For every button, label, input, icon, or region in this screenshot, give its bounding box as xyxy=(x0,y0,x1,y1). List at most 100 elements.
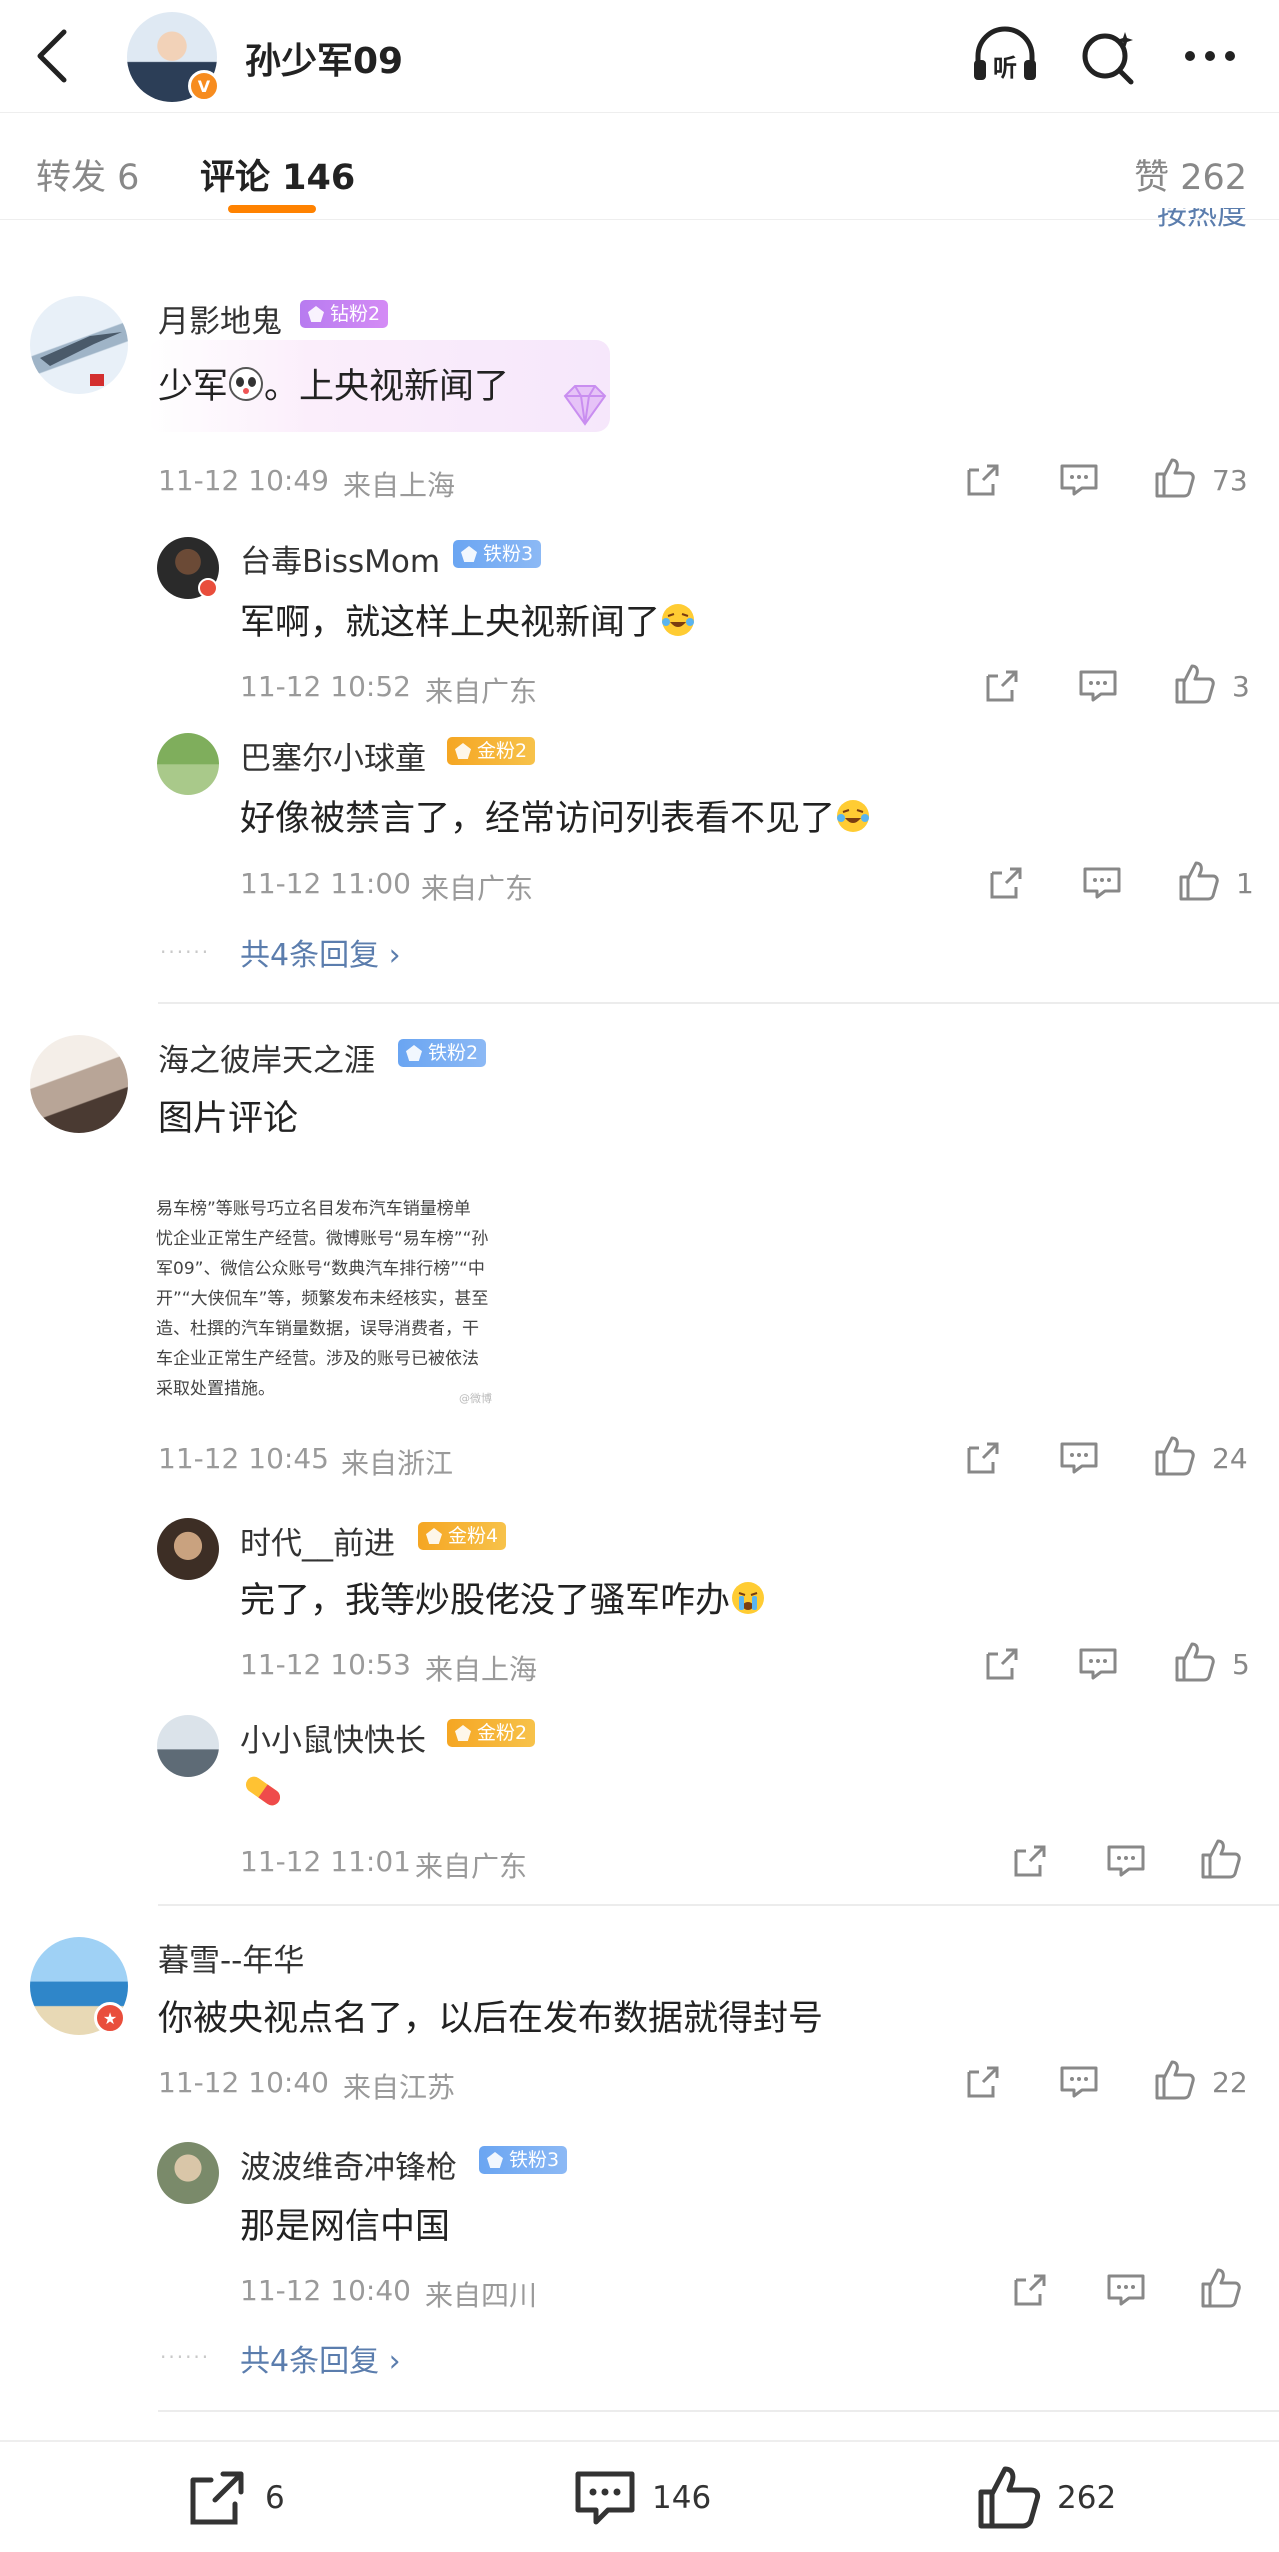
more-options-icon[interactable] xyxy=(1175,22,1245,90)
avatar[interactable] xyxy=(157,2142,219,2204)
share-icon[interactable] xyxy=(1010,1841,1050,1881)
fan-badge: 铁粉3 xyxy=(479,2146,568,2174)
reply-comment-icon[interactable] xyxy=(1105,2270,1147,2310)
fan-badge: 金粉2 xyxy=(447,737,536,765)
reply-text-body: 军啊，就这样上央视新闻了 xyxy=(240,603,661,643)
comment-username[interactable]: 暮雪--年华 xyxy=(158,1935,304,1980)
comment-text-tail: 。上央视新闻了 xyxy=(264,367,510,407)
fan-badge: 钻粉2 xyxy=(300,300,389,328)
share-icon[interactable] xyxy=(982,1644,1022,1684)
view-more-replies-link[interactable]: 共4条回复 › xyxy=(240,2336,401,2380)
tab-bar: 转发 6 评论 146 赞 262 xyxy=(0,112,1279,220)
fan-badge: 铁粉2 xyxy=(398,1039,487,1067)
more-replies-label: 共4条回复 xyxy=(240,938,380,973)
like-thumb-icon[interactable] xyxy=(1199,1837,1243,1881)
comment-text: 你被央视点名了，以后在发布数据就得封号 xyxy=(158,1999,824,2039)
comment-bubble-icon xyxy=(575,2471,635,2525)
like-count: 73 xyxy=(1212,464,1248,497)
reply-comment-icon[interactable] xyxy=(1058,1438,1100,1478)
like-thumb-icon[interactable] xyxy=(1173,662,1217,706)
reply-username[interactable]: 台毒BissMom xyxy=(240,536,440,581)
like-button[interactable]: 262 xyxy=(975,2464,1116,2532)
search-icon[interactable] xyxy=(1075,22,1145,90)
avatar[interactable] xyxy=(157,1518,219,1580)
like-count: 22 xyxy=(1212,2066,1248,2099)
comment-text: 少军 。上央视新闻了 xyxy=(158,358,509,411)
like-thumb-icon[interactable] xyxy=(1153,2058,1197,2102)
pill-emoji-icon xyxy=(245,1776,281,1806)
share-icon[interactable] xyxy=(963,460,1003,500)
share-icon[interactable] xyxy=(1010,2270,1050,2310)
reply-comment-icon[interactable] xyxy=(1077,1644,1119,1684)
comment-location: 来自江苏 xyxy=(343,2071,456,2104)
thread-dots: ······ xyxy=(160,2345,211,2369)
comment-time: 11-12 10:45 xyxy=(158,1442,329,1475)
share-icon[interactable] xyxy=(986,863,1026,903)
panda-emoji-icon xyxy=(228,366,264,411)
divider xyxy=(158,2410,1279,2412)
reply-text: 军啊，就这样上央视新闻了 xyxy=(240,594,696,647)
avatar[interactable] xyxy=(30,296,128,394)
comment-text-head: 少军 xyxy=(158,367,229,407)
like-thumb-icon[interactable] xyxy=(1173,1640,1217,1684)
laugh-cry-emoji-icon xyxy=(835,798,871,843)
verified-badge: V xyxy=(188,70,220,102)
reply-comment-icon[interactable] xyxy=(1077,666,1119,706)
reply-username[interactable]: 波波维奇冲锋枪 xyxy=(240,2142,457,2187)
like-thumb-icon[interactable] xyxy=(1153,456,1197,500)
reply-comment-icon[interactable] xyxy=(1058,460,1100,500)
tab-comments[interactable]: 评论 146 xyxy=(200,149,355,200)
share-icon[interactable] xyxy=(963,1438,1003,1478)
like-thumb-icon[interactable] xyxy=(1177,859,1221,903)
chevron-right-icon: › xyxy=(388,2344,401,2379)
avatar[interactable] xyxy=(157,1715,219,1777)
avatar[interactable] xyxy=(30,1035,128,1133)
reply-text-body: 好像被禁言了，经常访问列表看不见了 xyxy=(240,799,836,839)
tab-likes[interactable]: 赞 262 xyxy=(1134,149,1247,200)
like-thumb-icon xyxy=(978,2466,1041,2529)
comment-image[interactable]: 易车榜”等账号巧立名目发布汽车销量榜单 忧企业正常生产经营。微博账号“易车榜”“… xyxy=(156,1158,496,1410)
comment-location: 来自上海 xyxy=(343,469,456,502)
author-name[interactable]: 孙少军09 xyxy=(245,32,403,84)
comment-username[interactable]: 海之彼岸天之涯 xyxy=(158,1035,375,1080)
fan-badge: 金粉2 xyxy=(447,1719,536,1747)
reply-username[interactable]: 巴塞尔小球童 xyxy=(240,733,426,778)
comment-count: 146 xyxy=(652,2480,712,2516)
comment-text: 图片评论 xyxy=(158,1099,299,1139)
reply-text: 完了，我等炒股佬没了骚军咋办 xyxy=(240,1572,766,1625)
crying-emoji-icon xyxy=(730,1580,766,1625)
avatar[interactable] xyxy=(157,733,219,795)
reply-location: 来自广东 xyxy=(425,675,538,708)
like-count: 5 xyxy=(1232,1648,1250,1681)
image-text-line: 开”“大侠侃车”等，频繁发布未经核实，甚至 xyxy=(156,1289,489,1309)
like-count: 262 xyxy=(1057,2480,1117,2516)
tab-repost[interactable]: 转发 6 xyxy=(36,149,139,200)
like-count: 3 xyxy=(1232,670,1250,703)
like-thumb-icon[interactable] xyxy=(1153,1434,1197,1478)
like-thumb-icon[interactable] xyxy=(1199,2266,1243,2310)
headphones-listen-icon[interactable]: 听 xyxy=(970,22,1040,90)
share-icon[interactable] xyxy=(982,666,1022,706)
reply-comment-icon[interactable] xyxy=(1105,1841,1147,1881)
sort-by-hot-button[interactable]: 按热度 xyxy=(1157,208,1247,230)
share-icon[interactable] xyxy=(963,2062,1003,2102)
bottom-action-bar: 6 146 262 xyxy=(0,2440,1279,2552)
reply-time: 11-12 10:52 xyxy=(240,670,411,703)
image-text-line: 忧企业正常生产经营。微博账号“易车榜”“孙 xyxy=(156,1229,489,1249)
reply-username[interactable]: 小小鼠快快长 xyxy=(240,1715,426,1760)
active-tab-indicator xyxy=(228,205,316,213)
thread-dots: ······ xyxy=(160,940,211,964)
comment-username[interactable]: 月影地鬼 xyxy=(158,296,282,341)
back-arrow-icon[interactable] xyxy=(28,24,78,88)
reply-location: 来自四川 xyxy=(425,2279,538,2312)
comment-button[interactable]: 146 xyxy=(572,2464,711,2532)
laugh-cry-emoji-icon xyxy=(660,602,696,647)
reply-comment-icon[interactable] xyxy=(1058,2062,1100,2102)
reply-username[interactable]: 时代__前进 xyxy=(240,1518,395,1563)
view-more-replies-link[interactable]: 共4条回复 › xyxy=(240,930,401,974)
reply-comment-icon[interactable] xyxy=(1081,863,1123,903)
repost-button[interactable]: 6 xyxy=(185,2464,285,2532)
comment-time: 11-12 10:40 xyxy=(158,2066,329,2099)
reply-time: 11-12 10:40 xyxy=(240,2274,411,2307)
image-watermark: @微博 xyxy=(459,1392,492,1405)
